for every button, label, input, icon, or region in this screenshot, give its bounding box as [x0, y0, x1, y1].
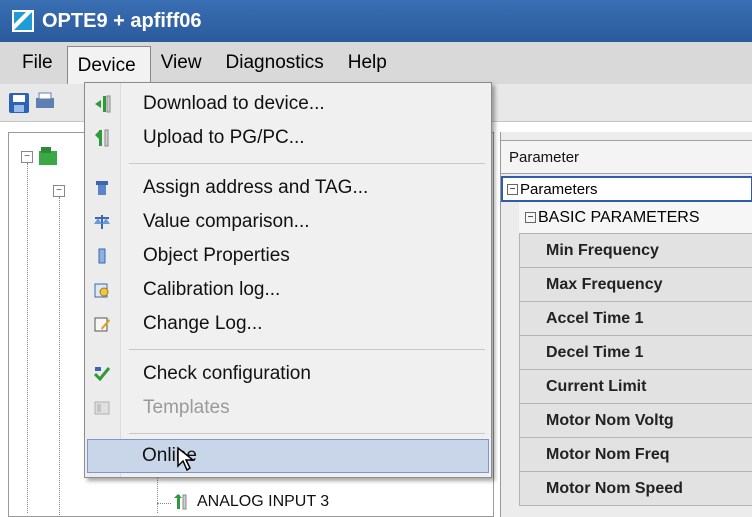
menu-item-label: Calibration log... [143, 279, 281, 300]
menu-item-online[interactable]: Online [87, 439, 489, 473]
parameter-subgroup-row[interactable]: − BASIC PARAMETERS [519, 202, 752, 234]
project-icon [39, 147, 57, 165]
menu-device[interactable]: Device [66, 46, 151, 84]
menu-item-upload-to-pg-pc[interactable]: Upload to PG/PC... [85, 121, 491, 155]
value-comparison-icon [94, 215, 110, 229]
parameter-row[interactable]: Current Limit [519, 370, 752, 404]
check-configuration-icon [93, 367, 111, 382]
parameter-row[interactable]: Motor Nom Freq [519, 438, 752, 472]
download-icon [95, 95, 111, 113]
menu-item-label: Object Properties [143, 245, 290, 266]
parameter-subgroup-label: BASIC PARAMETERS [538, 208, 700, 226]
parameter-column-header: Parameter [501, 140, 752, 174]
tree-connector [27, 163, 28, 513]
analog-input-icon [174, 494, 187, 510]
menu-item-label: Change Log... [143, 313, 263, 334]
tree-expander-root[interactable]: − [21, 151, 33, 163]
parameter-row[interactable]: Decel Time 1 [519, 336, 752, 370]
parameter-panel: Parameter − Parameters − BASIC PARAMETER… [500, 132, 752, 517]
menu-help[interactable]: Help [338, 45, 401, 81]
window-title: OPTE9 + apfiff06 [42, 9, 202, 32]
parameter-row[interactable]: Motor Nom Speed [519, 472, 752, 506]
parameter-group-label: Parameters [520, 180, 598, 198]
menu-item-assign-address-and-tag[interactable]: Assign address and TAG... [85, 171, 491, 205]
parameter-row[interactable]: Max Frequency [519, 268, 752, 302]
menu-item-download-to-device[interactable]: Download to device... [85, 87, 491, 121]
assign-address-icon [96, 181, 108, 195]
parameter-row[interactable]: Motor Nom Voltg [519, 404, 752, 438]
parameter-row[interactable]: Min Frequency [519, 234, 752, 268]
menu-separator [129, 163, 485, 164]
upload-icon [95, 129, 109, 147]
menu-file[interactable]: File [12, 45, 67, 81]
tree-node-analog-input-3[interactable]: ANALOG INPUT 3 [173, 493, 329, 511]
collapse-icon[interactable]: − [525, 212, 536, 223]
parameter-group-row[interactable]: − Parameters [501, 176, 752, 202]
device-menu-dropdown: Download to device... Upload to PG/PC...… [84, 82, 492, 478]
menu-item-templates: Templates [85, 391, 491, 425]
menu-item-label: Upload to PG/PC... [143, 127, 305, 148]
tree-connector [157, 503, 171, 504]
templates-icon [94, 401, 110, 415]
collapse-icon[interactable]: − [507, 183, 518, 195]
menu-item-change-log[interactable]: Change Log... [85, 307, 491, 341]
menu-item-label: Assign address and TAG... [143, 177, 369, 198]
menu-diagnostics[interactable]: Diagnostics [216, 45, 338, 81]
object-properties-icon [98, 248, 106, 264]
tree-connector [59, 197, 60, 517]
tree-node-label: ANALOG INPUT 3 [197, 493, 330, 510]
change-log-icon [94, 317, 110, 332]
mouse-cursor-icon [177, 446, 196, 472]
tree-expander-device[interactable]: − [53, 185, 65, 197]
menu-item-value-comparison[interactable]: Value comparison... [85, 205, 491, 239]
menu-item-label: Download to device... [143, 93, 325, 114]
menu-view[interactable]: View [151, 45, 216, 81]
menu-bar: File Device View Diagnostics Help [0, 42, 752, 84]
calibration-log-icon [94, 283, 109, 298]
print-icon[interactable] [36, 92, 54, 114]
menu-item-object-properties[interactable]: Object Properties [85, 239, 491, 273]
save-icon[interactable] [8, 92, 30, 114]
menu-separator [129, 349, 485, 350]
title-bar: OPTE9 + apfiff06 [0, 0, 752, 42]
menu-item-check-configuration[interactable]: Check configuration [85, 357, 491, 391]
menu-item-label: Check configuration [143, 363, 311, 384]
menu-separator [129, 433, 485, 434]
app-icon [12, 10, 34, 32]
menu-item-label: Value comparison... [143, 211, 310, 232]
menu-item-label: Templates [143, 397, 230, 418]
menu-item-calibration-log[interactable]: Calibration log... [85, 273, 491, 307]
parameter-row[interactable]: Accel Time 1 [519, 302, 752, 336]
